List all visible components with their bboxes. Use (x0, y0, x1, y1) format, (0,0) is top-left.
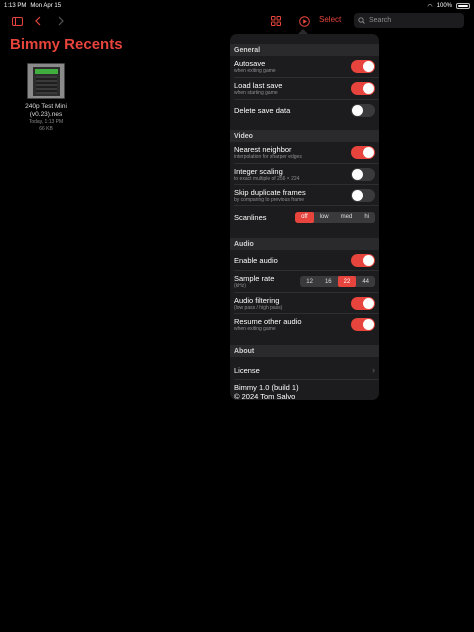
autosave-title: Autosave (234, 59, 266, 68)
enable-audio-toggle[interactable] (351, 253, 375, 267)
forward-chevron-icon[interactable] (55, 12, 67, 30)
license-label: License (234, 365, 260, 375)
integer-scaling-toggle[interactable] (351, 167, 375, 181)
wifi-icon: ◠ (427, 3, 433, 10)
sample-rate-row: Sample rate (kHz) 12 16 22 44 (230, 271, 379, 292)
status-date: Mon Apr 15 (30, 3, 62, 9)
scanlines-option-low[interactable]: low (314, 212, 335, 223)
delete-save-row: Delete save data (230, 100, 379, 121)
skip-duplicate-toggle[interactable] (351, 188, 375, 202)
skip-duplicate-row: Skip duplicate frames by comparing to pr… (230, 185, 379, 205)
status-time: 1:13 PM (4, 3, 27, 9)
resume-other-audio-row: Resume other audio when exiting game (230, 314, 379, 335)
cartridge-thumbnail (27, 63, 65, 99)
scanlines-option-off[interactable]: off (295, 211, 314, 223)
skip-duplicate-title: Skip duplicate frames (234, 187, 306, 197)
sample-rate-subtitle: (kHz) (234, 283, 246, 289)
sample-rate-title: Sample rate (234, 274, 275, 283)
grid-view-icon[interactable] (269, 12, 283, 30)
audio-filtering-title: Audio filtering (234, 295, 280, 305)
version-label: Bimmy 1.0 (build 1) (234, 383, 299, 392)
select-button[interactable]: Select (319, 15, 341, 24)
resume-other-audio-title: Resume other audio (234, 317, 302, 326)
resume-other-audio-subtitle: when exiting game (234, 326, 276, 332)
delete-save-title: Delete save data (234, 106, 291, 115)
battery-icon (456, 3, 470, 9)
sample-rate-option-12[interactable]: 12 (300, 276, 319, 287)
enable-audio-title: Enable audio (234, 255, 278, 265)
section-header-video: Video (230, 130, 379, 142)
settings-popover: General Autosave when exiting game Load … (230, 34, 379, 400)
skip-duplicate-subtitle: by comparing to previous frame (234, 196, 305, 203)
version-row: Bimmy 1.0 (build 1) © 2024 Tom Salvo (230, 380, 379, 400)
load-last-save-toggle[interactable] (351, 82, 375, 95)
license-row[interactable]: License › (230, 361, 379, 379)
autosave-subtitle: when exiting game (234, 68, 276, 74)
game-size: 66 KB (39, 126, 53, 132)
autosave-row: Autosave when exiting game (230, 56, 379, 77)
status-bar: 1:13 PM Mon Apr 15 ◠ 100% (0, 0, 474, 12)
section-header-audio: Audio (230, 238, 379, 250)
chevron-right-icon: › (372, 365, 375, 375)
copyright-label: © 2024 Tom Salvo (234, 392, 296, 400)
scanlines-option-hi[interactable]: hi (358, 212, 375, 223)
section-header-about: About (230, 345, 379, 357)
scanlines-row: Scanlines off low med hi (230, 206, 379, 228)
game-item[interactable]: 240p Test Mini (v0.23).nes Today, 1:13 P… (18, 63, 74, 133)
game-date: Today, 1:13 PM (28, 119, 64, 125)
audio-filtering-subtitle: (low pass / high pass) (234, 304, 283, 311)
battery-percent: 100% (436, 3, 452, 9)
autosave-toggle[interactable] (351, 60, 375, 73)
nearest-neighbor-toggle[interactable] (351, 146, 375, 159)
back-chevron-icon[interactable] (32, 12, 44, 30)
page-title: Bimmy Recents (10, 36, 123, 53)
delete-save-toggle[interactable] (351, 104, 375, 117)
search-placeholder: Search (369, 17, 392, 24)
sample-rate-option-22[interactable]: 22 (337, 276, 357, 287)
scanlines-option-med[interactable]: med (335, 212, 359, 223)
scanlines-title: Scanlines (234, 212, 267, 222)
game-name: 240p Test Mini (v0.23).nes (25, 103, 67, 118)
nearest-neighbor-subtitle: interpolation for sharper edges (234, 154, 302, 160)
integer-scaling-row: Integer scaling to exact multiple of 256… (230, 164, 379, 184)
integer-scaling-title: Integer scaling (234, 166, 283, 176)
load-last-save-row: Load last save when starting game (230, 78, 379, 99)
nearest-neighbor-title: Nearest neighbor (234, 145, 292, 154)
audio-filtering-toggle[interactable] (351, 296, 375, 310)
search-icon (358, 17, 365, 24)
sample-rate-option-44[interactable]: 44 (356, 276, 375, 287)
nearest-neighbor-row: Nearest neighbor interpolation for sharp… (230, 142, 379, 163)
search-field[interactable]: Search (354, 13, 464, 28)
load-last-save-title: Load last save (234, 81, 283, 90)
integer-scaling-subtitle: to exact multiple of 256 × 224 (234, 175, 300, 182)
sidebar-toggle-icon[interactable] (10, 12, 24, 30)
settings-play-icon[interactable] (297, 12, 311, 30)
enable-audio-row: Enable audio (230, 250, 379, 270)
resume-other-audio-toggle[interactable] (351, 318, 375, 331)
section-header-general: General (230, 44, 379, 56)
scanlines-segmented-control: off low med hi (295, 211, 375, 223)
audio-filtering-row: Audio filtering (low pass / high pass) (230, 293, 379, 313)
sample-rate-option-16[interactable]: 16 (319, 276, 338, 287)
load-last-save-subtitle: when starting game (234, 90, 278, 96)
sample-rate-segmented-control: 12 16 22 44 (300, 276, 375, 287)
